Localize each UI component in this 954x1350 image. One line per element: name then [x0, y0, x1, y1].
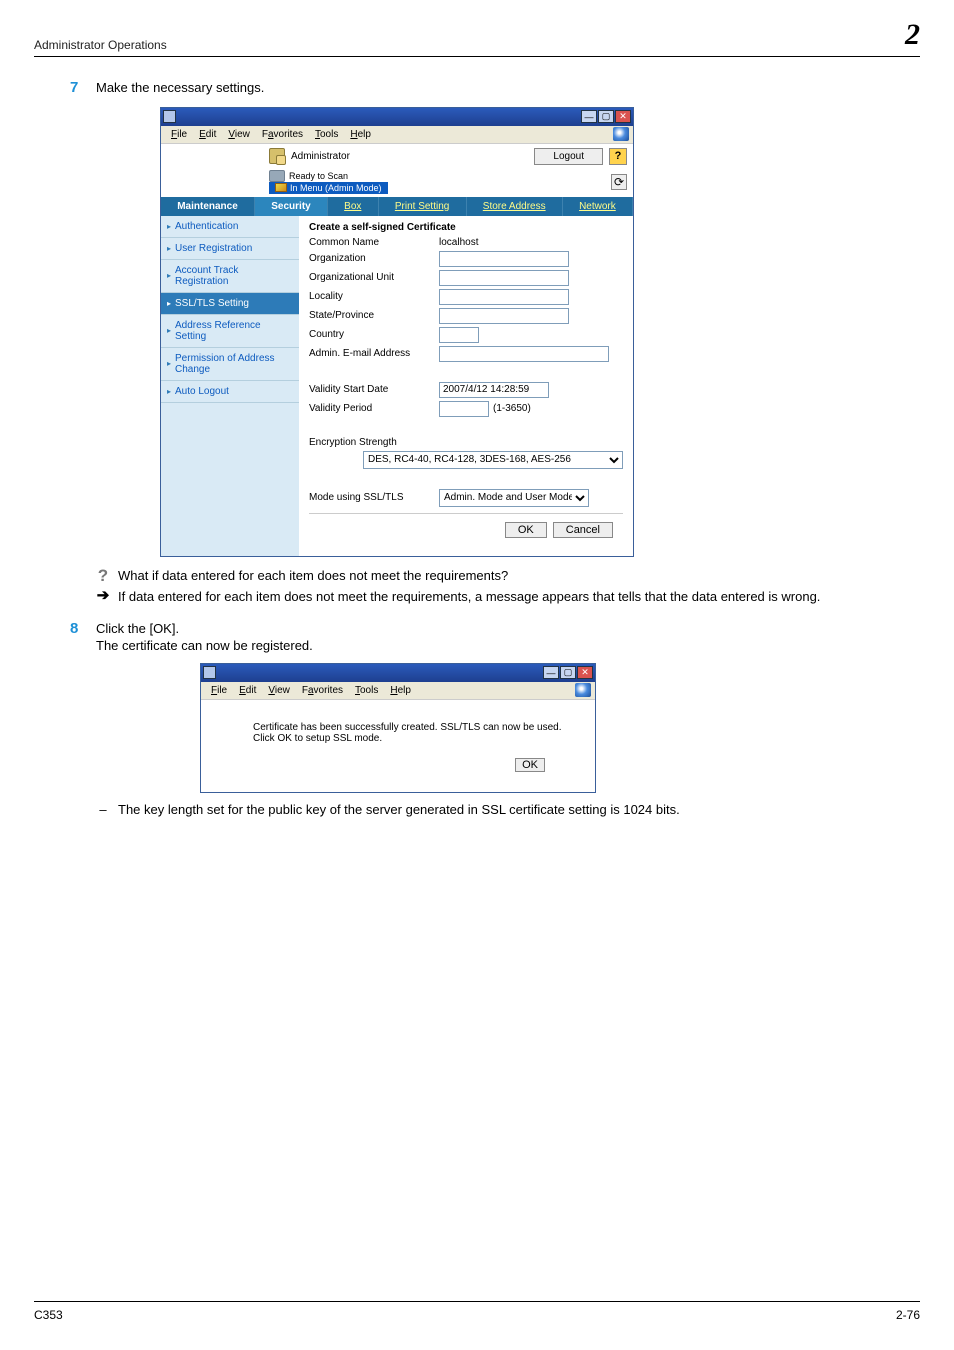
step-8-text: Click the [OK].: [96, 620, 313, 638]
window2-titlebar: — ▢ ✕: [201, 664, 595, 682]
cert-success-msg2: Click OK to setup SSL mode.: [253, 733, 575, 744]
tab-bar: Maintenance Security Box Print Setting S…: [161, 197, 633, 216]
menu-view[interactable]: View: [262, 685, 296, 696]
label-common-name: Common Name: [309, 237, 439, 248]
value-common-name: localhost: [439, 237, 478, 248]
input-state[interactable]: [439, 308, 569, 324]
qa-answer: If data entered for each item does not m…: [118, 588, 820, 606]
sidebar-item-account-track[interactable]: Account Track Registration: [161, 260, 299, 293]
step-8-subtext: The certificate can now be registered.: [96, 637, 313, 655]
window-titlebar: — ▢ ✕: [161, 108, 633, 126]
input-validity-start[interactable]: [439, 382, 549, 398]
footer-model: C353: [34, 1308, 63, 1322]
qa-question: What if data entered for each item does …: [118, 567, 508, 585]
minimize-button[interactable]: —: [543, 666, 559, 679]
menu-view[interactable]: View: [222, 129, 256, 140]
menu-file[interactable]: File: [165, 129, 193, 140]
ok-button[interactable]: OK: [505, 522, 547, 538]
input-email[interactable]: [439, 346, 609, 362]
close-button[interactable]: ✕: [615, 110, 631, 123]
input-validity-period[interactable]: [439, 401, 489, 417]
browser-logo-icon: [613, 127, 629, 141]
label-validity-start: Validity Start Date: [309, 384, 439, 395]
screenshot-2: — ▢ ✕ File Edit View Favorites Tools Hel…: [200, 663, 596, 793]
tab-print-setting[interactable]: Print Setting: [379, 197, 467, 216]
menu-edit[interactable]: Edit: [193, 129, 222, 140]
chapter-number: 2: [905, 18, 920, 52]
input-organizational-unit[interactable]: [439, 270, 569, 286]
refresh-button[interactable]: ⟳: [611, 174, 627, 190]
in-menu-chip: In Menu (Admin Mode): [269, 182, 388, 194]
form-area: Create a self-signed Certificate Common …: [299, 216, 633, 556]
step-7-number: 7: [70, 79, 96, 97]
sidebar-item-permission-address[interactable]: Permission of Address Change: [161, 348, 299, 381]
hint-validity-period: (1-3650): [493, 403, 531, 414]
cancel-button[interactable]: Cancel: [553, 522, 613, 538]
label-mode-ssl: Mode using SSL/TLS: [309, 492, 439, 503]
menu-file[interactable]: File: [205, 685, 233, 696]
tab-security[interactable]: Security: [255, 197, 328, 216]
form-title: Create a self-signed Certificate: [309, 222, 623, 233]
section-title: Administrator Operations: [34, 38, 167, 52]
menu-tools[interactable]: Tools: [309, 129, 344, 140]
window-menu: File Edit View Favorites Tools Help: [161, 126, 633, 144]
menu-tools[interactable]: Tools: [349, 685, 384, 696]
menu-edit[interactable]: Edit: [233, 685, 262, 696]
status-ready-label: Ready to Scan: [289, 171, 348, 181]
window2-menu: File Edit View Favorites Tools Help: [201, 682, 595, 700]
sidebar-item-authentication[interactable]: Authentication: [161, 216, 299, 238]
folder-icon: [275, 183, 287, 192]
browser-logo-icon: [575, 683, 591, 697]
note-key-length: The key length set for the public key of…: [118, 801, 680, 819]
input-country[interactable]: [439, 327, 479, 343]
close-button[interactable]: ✕: [577, 666, 593, 679]
label-state: State/Province: [309, 310, 439, 321]
label-email: Admin. E-mail Address: [309, 348, 439, 359]
sidebar-item-auto-logout[interactable]: Auto Logout: [161, 381, 299, 403]
logout-button[interactable]: Logout: [534, 148, 603, 165]
arrow-right-icon: ➔: [96, 588, 110, 603]
minimize-button[interactable]: —: [581, 110, 597, 123]
select-encryption-strength[interactable]: DES, RC4-40, RC4-128, 3DES-168, AES-256: [363, 451, 623, 469]
in-menu-label: In Menu (Admin Mode): [290, 183, 382, 193]
printer-icon: [269, 170, 285, 182]
maximize-button[interactable]: ▢: [598, 110, 614, 123]
question-mark-icon: ?: [96, 567, 110, 584]
tab-box[interactable]: Box: [328, 197, 379, 216]
sidebar-item-ssl-tls[interactable]: SSL/TLS Setting: [161, 293, 299, 315]
step-7-text: Make the necessary settings.: [96, 79, 264, 97]
input-locality[interactable]: [439, 289, 569, 305]
menu-help[interactable]: Help: [344, 129, 377, 140]
label-organization: Organization: [309, 253, 439, 264]
menu-favorites[interactable]: Favorites: [296, 685, 349, 696]
sidebar-item-address-reference[interactable]: Address Reference Setting: [161, 315, 299, 348]
tab-store-address[interactable]: Store Address: [467, 197, 563, 216]
footer-rule: [34, 1301, 920, 1302]
administrator-icon: [269, 148, 285, 164]
help-button[interactable]: ?: [609, 148, 627, 165]
label-validity-period: Validity Period: [309, 403, 439, 414]
footer-page: 2-76: [896, 1308, 920, 1322]
tab-maintenance[interactable]: Maintenance: [161, 197, 255, 216]
internet-explorer-icon: [203, 666, 216, 679]
administrator-label: Administrator: [291, 151, 350, 162]
select-mode-ssl[interactable]: Admin. Mode and User Mode: [439, 489, 589, 507]
screenshot-1: — ▢ ✕ File Edit View Favorites Tools Hel…: [160, 107, 634, 557]
sidebar-item-user-registration[interactable]: User Registration: [161, 238, 299, 260]
step-8-number: 8: [70, 620, 96, 655]
menu-favorites[interactable]: Favorites: [256, 129, 309, 140]
dash-bullet-icon: –: [96, 801, 110, 819]
tab-network[interactable]: Network: [563, 197, 633, 216]
menu-help[interactable]: Help: [384, 685, 417, 696]
cert-success-msg1: Certificate has been successfully create…: [253, 722, 575, 733]
ok-button[interactable]: OK: [515, 758, 545, 772]
label-encryption-strength: Encryption Strength: [309, 437, 439, 448]
input-organization[interactable]: [439, 251, 569, 267]
maximize-button[interactable]: ▢: [560, 666, 576, 679]
internet-explorer-icon: [163, 110, 176, 123]
label-organizational-unit: Organizational Unit: [309, 272, 439, 283]
label-locality: Locality: [309, 291, 439, 302]
sidebar: Authentication User Registration Account…: [161, 216, 299, 556]
label-country: Country: [309, 329, 439, 340]
